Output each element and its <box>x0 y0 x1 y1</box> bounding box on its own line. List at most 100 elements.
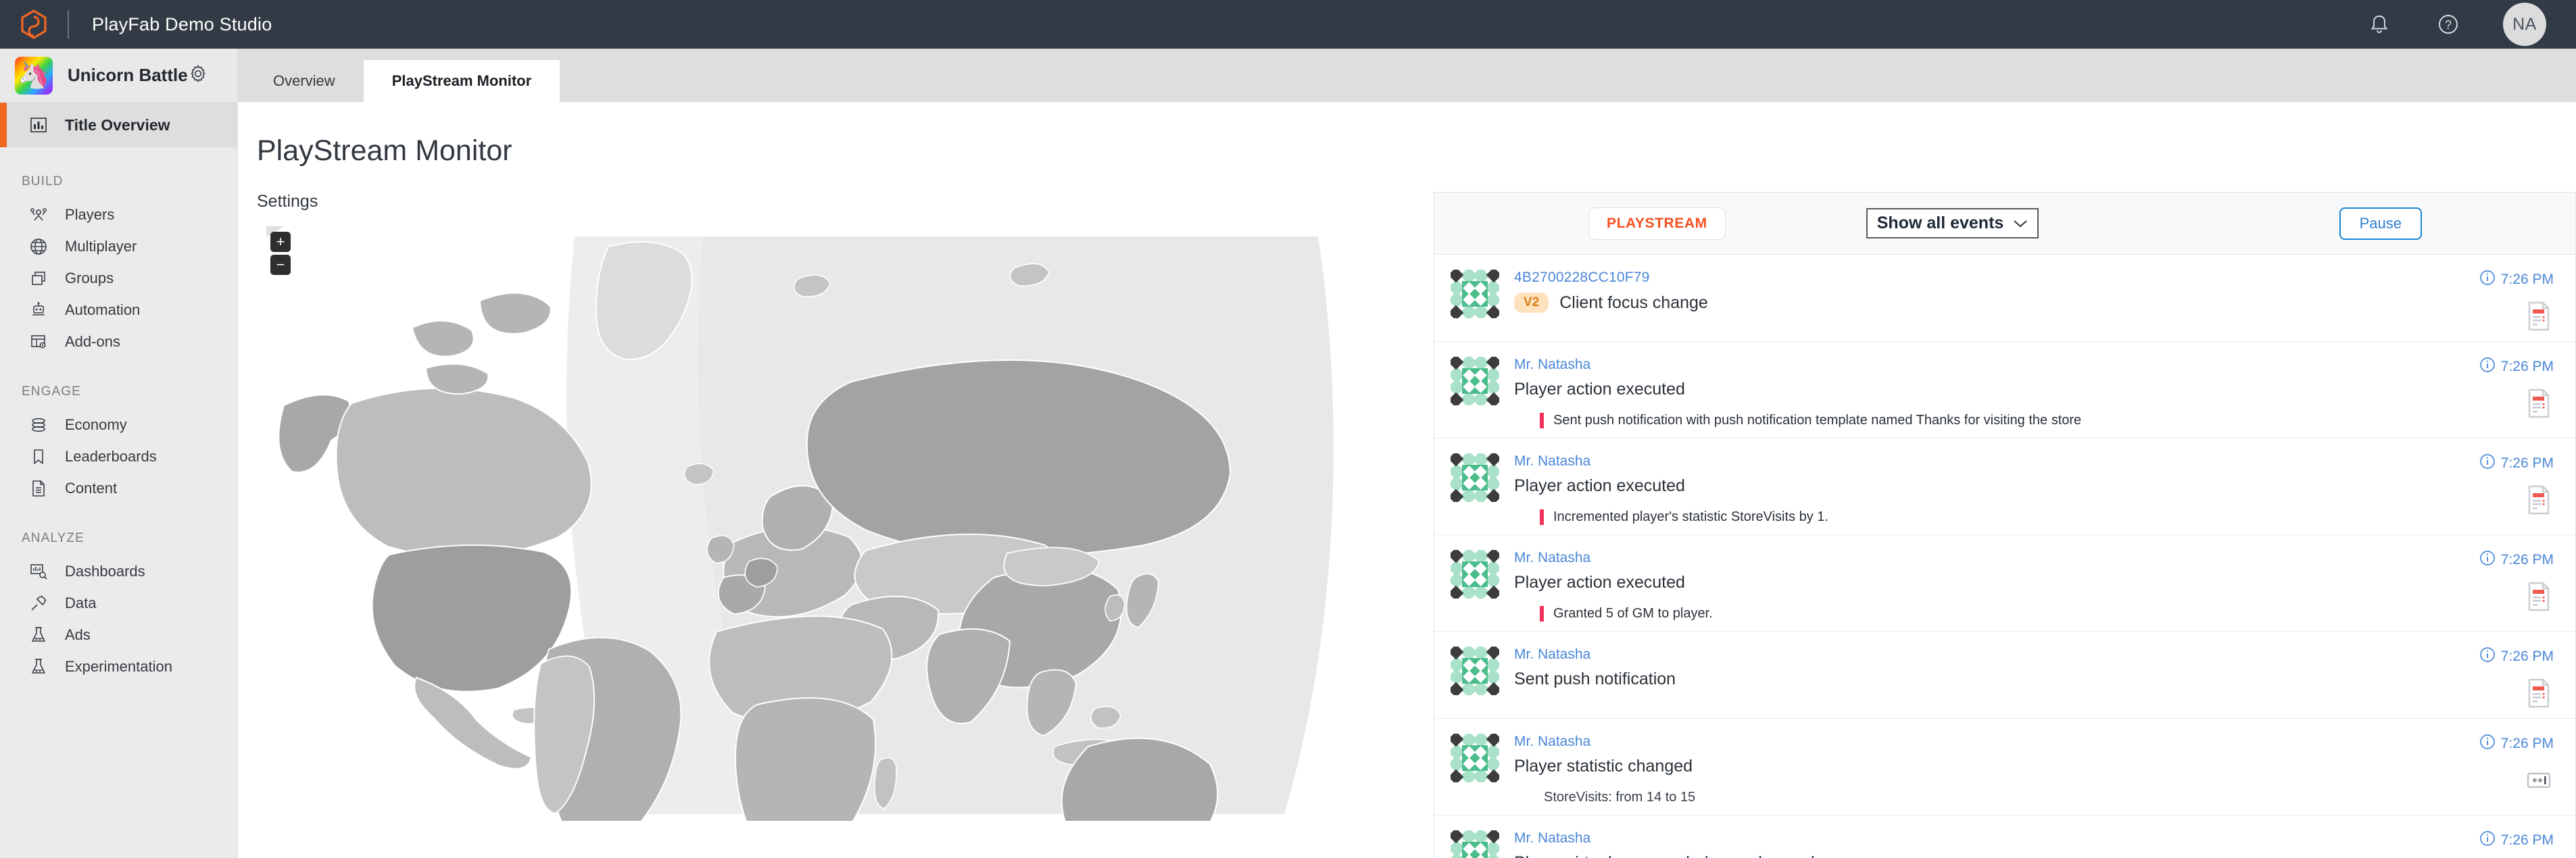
playstream-event-row[interactable]: Mr. Natasha Player statistic changed Store… <box>1434 719 2575 815</box>
event-detail: Sent push notification with push notific… <box>1540 413 2413 428</box>
event-filter-select[interactable]: Show all events <box>1866 208 2039 238</box>
playstream-event-row[interactable]: Mr. Natasha Player action executed Granted… <box>1434 535 2575 632</box>
playstream-toolbar: PLAYSTREAM Show all events Pause <box>1434 193 2575 255</box>
playfab-logo-icon[interactable] <box>19 9 49 39</box>
info-circle-icon[interactable] <box>2479 647 2496 667</box>
event-detail-accent-bar <box>1540 509 1544 525</box>
tab-overview[interactable]: Overview <box>245 60 364 102</box>
title-settings-gear-icon[interactable] <box>189 64 208 86</box>
robot-icon <box>27 301 50 319</box>
playstream-brand-badge[interactable]: PLAYSTREAM <box>1588 207 1726 240</box>
event-detail: StoreVisits: from 14 to 15 <box>1544 790 2413 805</box>
sidebar-group-build-label: BUILD <box>22 174 64 188</box>
sidebar-item-label: Experimentation <box>65 657 172 675</box>
info-circle-icon[interactable] <box>2479 357 2496 377</box>
info-circle-icon[interactable] <box>2479 453 2496 474</box>
event-document-icon[interactable] <box>2524 581 2554 612</box>
event-player-link[interactable]: Mr. Natasha <box>1514 357 2413 373</box>
svg-text:?: ? <box>2445 18 2452 32</box>
sidebar-item-economy[interactable]: Economy <box>0 409 237 440</box>
event-body: Mr. Natasha Player action executed Increme… <box>1514 453 2413 525</box>
event-document-icon[interactable] <box>2524 484 2554 515</box>
event-title-line: Player action executed <box>1514 476 2413 496</box>
sidebar-item-multiplayer[interactable]: Multiplayer <box>0 230 237 262</box>
sidebar-item-label: Data <box>65 594 97 611</box>
chevron-down-icon <box>2013 213 2028 233</box>
content-columns: Settings + − PLAYSTREAM Show all events … <box>238 192 2576 858</box>
map-column: Settings + − <box>238 192 1407 858</box>
notifications-bell-icon[interactable] <box>2365 10 2393 39</box>
event-document-icon[interactable] <box>2524 388 2554 419</box>
tab-playstream-monitor[interactable]: PlayStream Monitor <box>363 60 560 102</box>
sidebar-item-content[interactable]: Content <box>0 472 237 504</box>
map-zoom-controls: + − <box>270 232 291 278</box>
info-circle-icon[interactable] <box>2479 830 2496 851</box>
event-version-badge: V2 <box>1514 293 1549 313</box>
event-title: Player action executed <box>1514 380 1685 399</box>
event-time-text: 7:26 PM <box>2500 272 2554 287</box>
event-timestamp: 7:26 PM <box>2479 270 2554 290</box>
event-time-text: 7:26 PM <box>2500 359 2554 374</box>
sidebar-item-dashboards[interactable]: Dashboards <box>0 555 237 587</box>
flask-icon <box>27 626 50 644</box>
bookmark-icon <box>27 448 50 465</box>
world-map-svg <box>278 236 1334 858</box>
world-map[interactable]: + − <box>257 226 1406 858</box>
playstream-event-row[interactable]: Mr. Natasha Sent push notification 7:26 P… <box>1434 632 2575 719</box>
playstream-event-row[interactable]: 4B2700228CC10F79 V2 Client focus change 7:… <box>1434 255 2575 342</box>
sidebar-item-label: Title Overview <box>65 116 170 134</box>
sidebar-item-players[interactable]: Players <box>0 199 237 230</box>
event-body: Mr. Natasha Sent push notification <box>1514 647 2413 709</box>
event-document-icon[interactable] <box>2524 301 2554 332</box>
event-player-link[interactable]: Mr. Natasha <box>1514 550 2413 566</box>
globe-icon <box>27 238 50 255</box>
playfab-studio-window: PlayFab Demo Studio ? NA 🦄 Unicorn Battl… <box>0 0 2576 858</box>
event-detail-text: Incremented player's statistic StoreVisi… <box>1553 509 1828 524</box>
sidebar-item-data[interactable]: Data <box>0 587 237 619</box>
event-player-link[interactable]: Mr. Natasha <box>1514 734 2413 750</box>
event-filter-value: Show all events <box>1876 213 2004 232</box>
event-player-link[interactable]: Mr. Natasha <box>1514 453 2413 470</box>
sidebar-item-label: Economy <box>65 415 127 433</box>
document-icon <box>27 480 50 497</box>
event-timestamp: 7:26 PM <box>2479 550 2554 570</box>
info-circle-icon[interactable] <box>2479 270 2496 290</box>
event-document-icon[interactable] <box>2524 678 2554 709</box>
player-identicon-avatar <box>1448 354 1502 408</box>
sidebar-item-experimentation[interactable]: Experimentation <box>0 651 237 682</box>
tab-strip: Overview PlayStream Monitor <box>238 49 2576 102</box>
sidebar-item-label: Content <box>65 479 118 497</box>
playstream-event-row[interactable]: Mr. Natasha Player action executed Increme… <box>1434 438 2575 535</box>
sidebar-item-add-ons[interactable]: Add-ons <box>0 326 237 357</box>
playstream-event-row[interactable]: Mr. Natasha Player virtual currency balan… <box>1434 815 2575 858</box>
plug-icon <box>27 595 50 612</box>
sidebar-item-ads[interactable]: Ads <box>0 619 237 651</box>
event-player-link[interactable]: 4B2700228CC10F79 <box>1514 270 2413 286</box>
title-selector[interactable]: 🦄 Unicorn Battle <box>0 49 237 103</box>
info-circle-icon[interactable] <box>2479 734 2496 754</box>
event-player-link[interactable]: Mr. Natasha <box>1514 647 2413 663</box>
help-question-icon[interactable]: ? <box>2434 10 2462 39</box>
sidebar-item-automation[interactable]: Automation <box>0 294 237 326</box>
sidebar-item-groups[interactable]: Groups <box>0 262 237 294</box>
map-zoom-out-button[interactable]: − <box>270 255 291 275</box>
pause-button[interactable]: Pause <box>2339 207 2422 240</box>
event-title-line: Player action executed <box>1514 380 2413 399</box>
event-detail: Incremented player's statistic StoreVisi… <box>1540 509 2413 525</box>
sidebar-item-label: Multiplayer <box>65 237 137 255</box>
user-avatar[interactable]: NA <box>2503 3 2546 46</box>
event-body: Mr. Natasha Player statistic changed Store… <box>1514 734 2413 805</box>
info-circle-icon[interactable] <box>2479 550 2496 570</box>
event-statistic-icon[interactable] <box>2524 765 2554 796</box>
sidebar-item-label: Groups <box>65 269 114 286</box>
event-timestamp: 7:26 PM <box>2479 357 2554 377</box>
sidebar-item-title-overview[interactable]: Title Overview <box>0 103 237 147</box>
player-identicon-avatar <box>1448 828 1502 858</box>
playstream-event-row[interactable]: Mr. Natasha Player action executed Sent pu… <box>1434 342 2575 438</box>
sidebar-item-leaderboards[interactable]: Leaderboards <box>0 440 237 472</box>
event-player-link[interactable]: Mr. Natasha <box>1514 830 2413 847</box>
event-detail-text: Granted 5 of GM to player. <box>1553 606 1713 621</box>
playstream-column: PLAYSTREAM Show all events Pause 4B27002… <box>1434 192 2576 858</box>
event-title-line: Player statistic changed <box>1514 757 2413 776</box>
map-zoom-in-button[interactable]: + <box>270 232 291 252</box>
